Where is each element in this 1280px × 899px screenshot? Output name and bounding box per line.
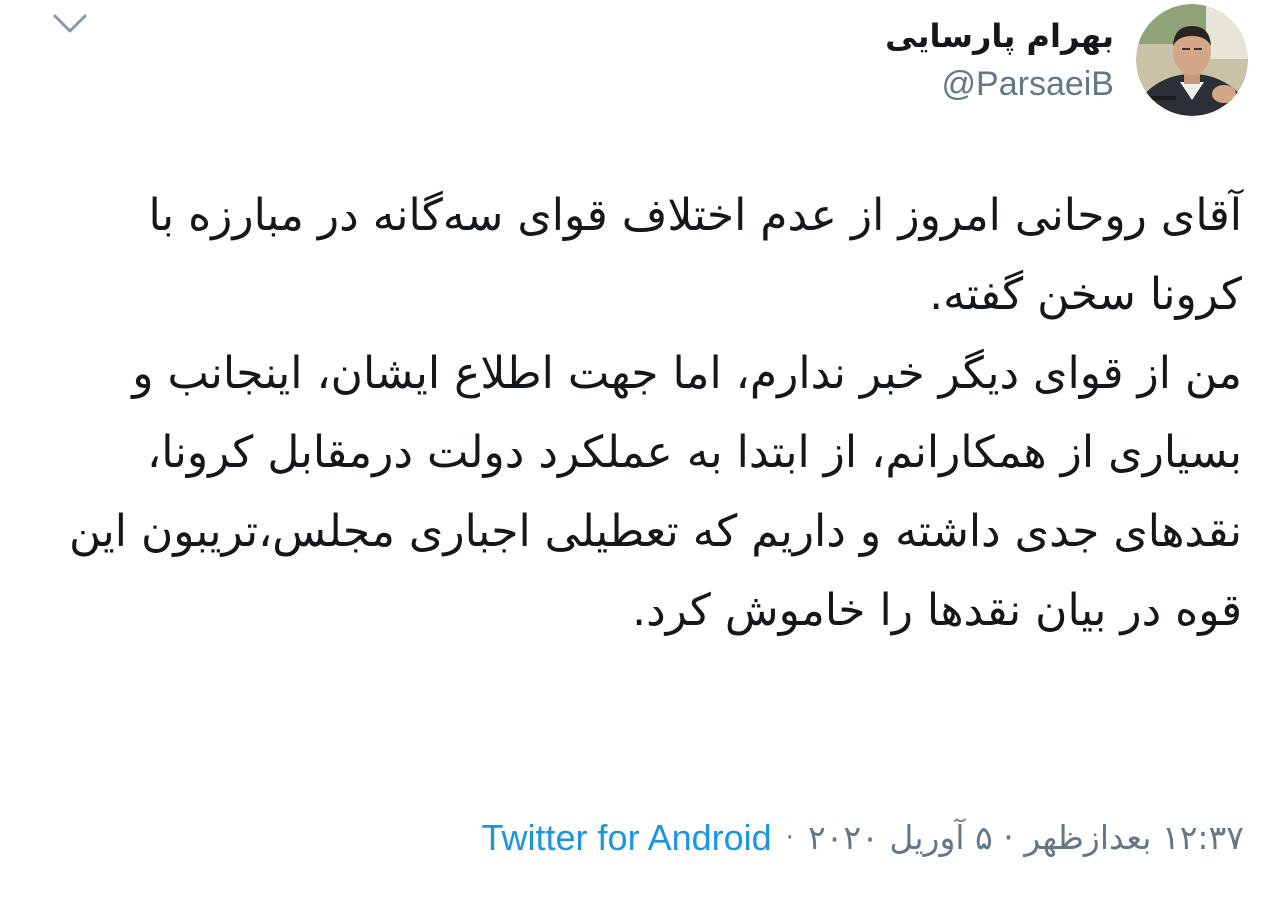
- meta-separator: ·: [785, 823, 794, 853]
- display-name[interactable]: بهرام پارسایی: [885, 12, 1114, 60]
- tweet-text: آقای روحانی امروز از عدم اختلاف قوای سه‌…: [48, 176, 1242, 650]
- tweet-header: بهرام پارسایی @ParsaeiB: [885, 4, 1248, 116]
- tweet-meta: ۱۲:۳۷ بعدازظهر · ۵ آوریل ۲۰۲۰ · Twitter …: [482, 808, 1244, 868]
- tweet-paragraph: آقای روحانی امروز از عدم اختلاف قوای سه‌…: [148, 190, 1242, 320]
- source-link[interactable]: Twitter for Android: [482, 808, 772, 868]
- timestamp[interactable]: ۱۲:۳۷ بعدازظهر · ۵ آوریل ۲۰۲۰: [808, 808, 1244, 868]
- chevron-down-icon[interactable]: [52, 6, 88, 42]
- avatar[interactable]: [1136, 4, 1248, 116]
- author-names: بهرام پارسایی @ParsaeiB: [885, 4, 1114, 106]
- tweet-paragraph: من از قوای دیگر خبر ندارم، اما جهت اطلاع…: [69, 348, 1242, 636]
- handle[interactable]: @ParsaeiB: [885, 62, 1114, 106]
